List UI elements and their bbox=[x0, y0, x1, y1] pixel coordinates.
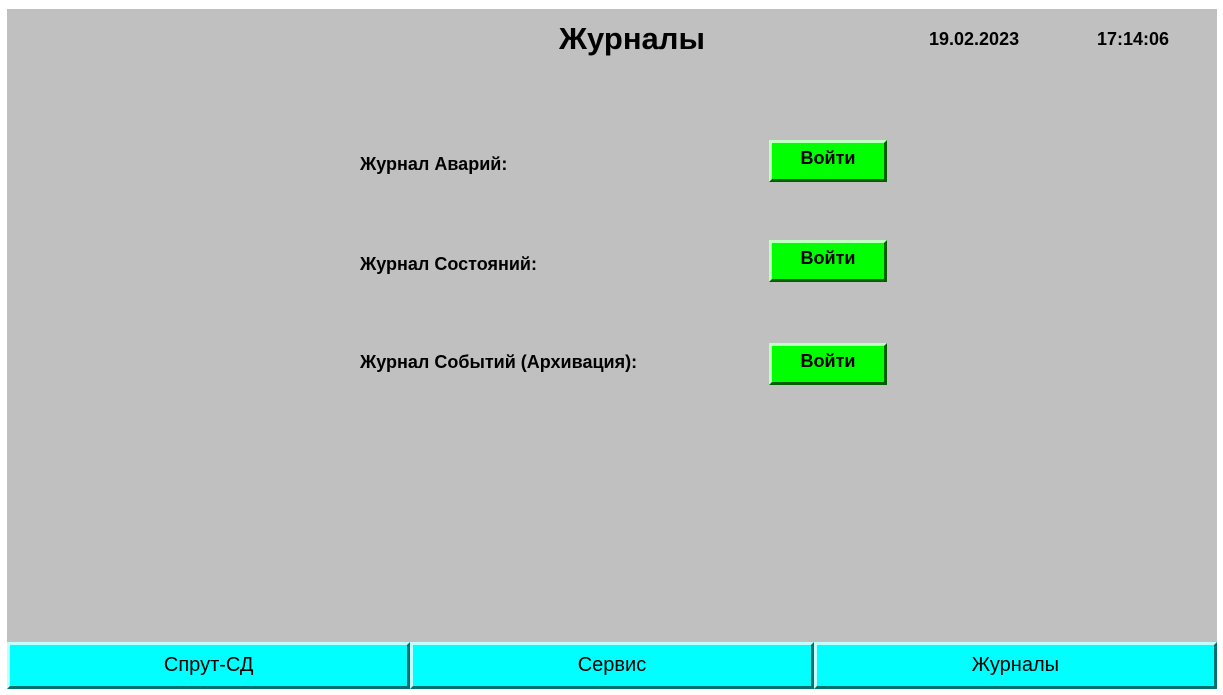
alarm-journal-enter-button[interactable]: Войти bbox=[769, 140, 887, 182]
event-journal-enter-button[interactable]: Войти bbox=[769, 343, 887, 385]
nav-tab-sprut-sd[interactable]: Спрут-СД bbox=[7, 642, 411, 689]
event-journal-label: Журнал Событий (Архивация): bbox=[360, 352, 638, 372]
journals-screen: Журналы 19.02.2023 17:14:06 Журнал Авари… bbox=[7, 9, 1217, 689]
state-journal-label: Журнал Состояний: bbox=[360, 254, 537, 274]
state-journal-enter-button[interactable]: Войти bbox=[769, 240, 887, 282]
nav-tab-journals[interactable]: Журналы bbox=[813, 642, 1217, 689]
alarm-journal-label: Журнал Аварий: bbox=[360, 154, 508, 174]
page-title: Журналы bbox=[559, 21, 705, 56]
time-display: 17:14:06 bbox=[1097, 29, 1170, 49]
bottom-nav-bar: Спрут-СД Сервис Журналы bbox=[7, 642, 1217, 689]
nav-tab-service[interactable]: Сервис bbox=[410, 642, 814, 689]
date-display: 19.02.2023 bbox=[929, 29, 1020, 49]
